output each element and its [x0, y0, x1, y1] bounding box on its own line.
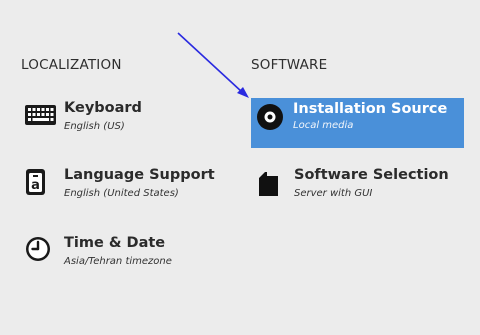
installation-summary: LOCALIZATION SOFTWARE Keyboard English (… [0, 0, 480, 335]
language-support-status: English (United States) [64, 188, 179, 199]
time-date-status: Asia/Tehran timezone [64, 256, 172, 267]
disc-icon [256, 103, 290, 137]
clock-icon [24, 235, 58, 269]
keyboard-spoke[interactable]: Keyboard English (US) [24, 100, 224, 150]
language-support-spoke[interactable]: a Language Support English (United State… [24, 167, 224, 217]
keyboard-label: Keyboard [64, 100, 142, 116]
software-selection-status: Server with GUI [294, 188, 373, 199]
time-date-spoke[interactable]: Time & Date Asia/Tehran timezone [24, 235, 224, 285]
language-icon: a [24, 167, 58, 201]
installation-source-status: Local media [293, 120, 354, 131]
installation-source-spoke[interactable]: Installation Source Local media [251, 98, 464, 148]
package-icon [254, 167, 288, 201]
installation-source-label: Installation Source [293, 101, 448, 117]
svg-text:a: a [31, 178, 40, 193]
keyboard-icon [24, 100, 58, 134]
keyboard-status: English (US) [64, 121, 125, 132]
software-heading: SOFTWARE [251, 57, 328, 73]
software-selection-label: Software Selection [294, 167, 449, 183]
software-selection-spoke[interactable]: Software Selection Server with GUI [254, 167, 464, 217]
localization-heading: LOCALIZATION [21, 57, 122, 73]
language-support-label: Language Support [64, 167, 215, 183]
time-date-label: Time & Date [64, 235, 166, 251]
